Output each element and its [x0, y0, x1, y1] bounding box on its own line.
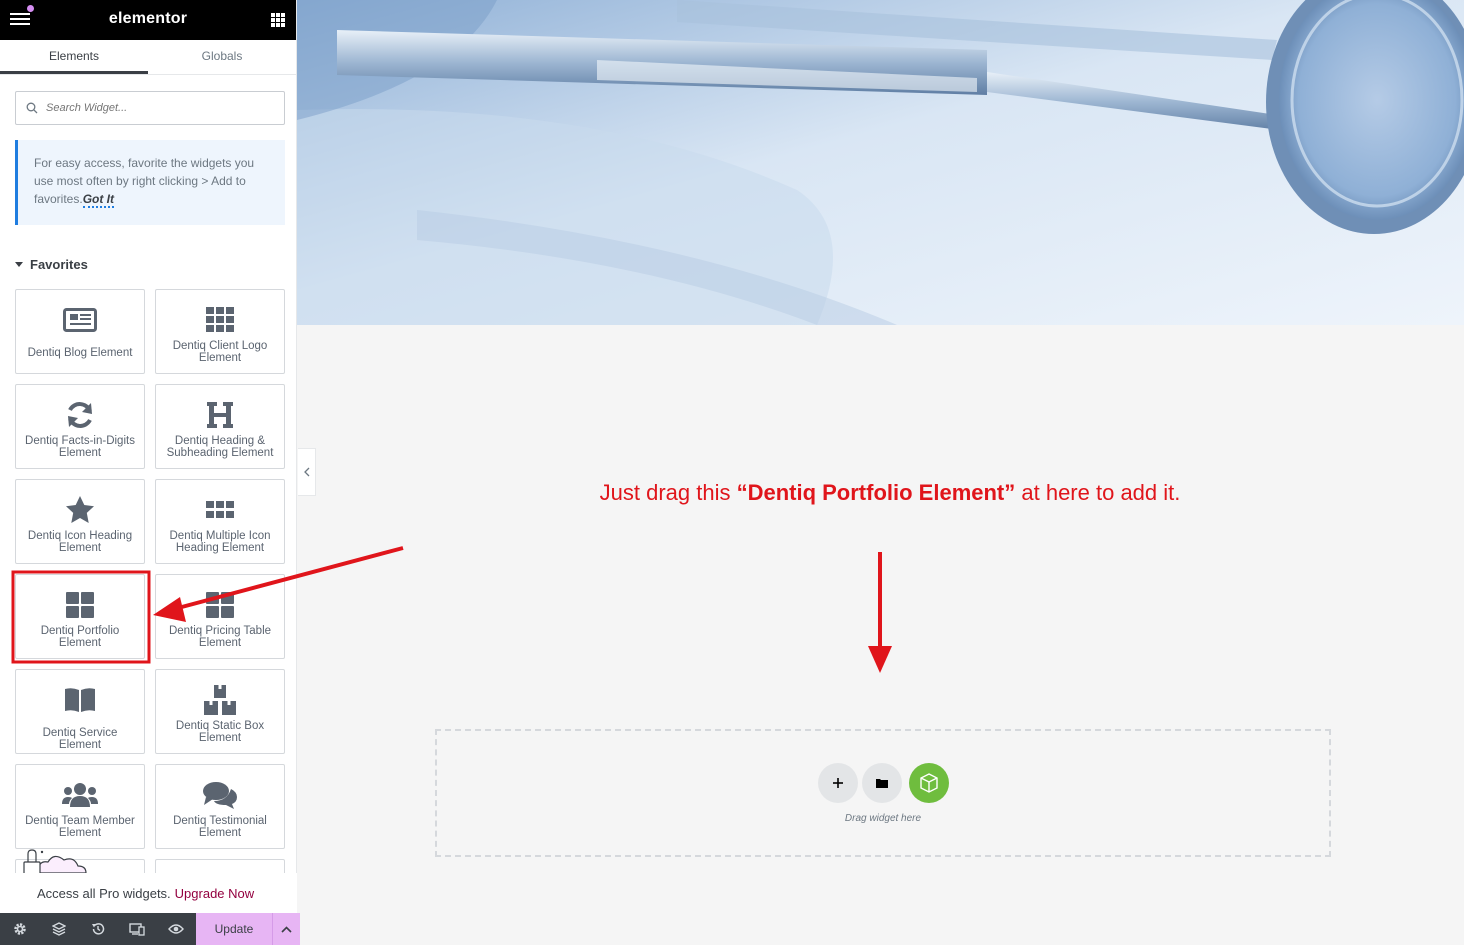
grid-six-icon	[156, 494, 284, 526]
widget-label: Dentiq Icon Heading Element	[27, 530, 133, 554]
heading-h-icon	[156, 399, 284, 431]
refresh-icon	[16, 399, 144, 431]
widget-label: Dentiq Facts-in-Digits Element	[25, 435, 135, 459]
widget-label: Dentiq Service Element	[42, 727, 118, 751]
widget-label: Dentiq Portfolio Element	[40, 625, 120, 649]
folder-icon	[876, 779, 888, 788]
history-icon[interactable]	[78, 913, 117, 945]
widget-dentiq-team-member[interactable]: Dentiq Team Member Element	[15, 764, 145, 849]
grid-nine-icon	[156, 304, 284, 336]
preview-eye-icon[interactable]	[156, 913, 195, 945]
search-input[interactable]	[46, 102, 266, 114]
chevron-up-icon[interactable]	[272, 913, 300, 945]
add-template-button[interactable]	[862, 763, 902, 803]
search-widget-field[interactable]	[15, 91, 285, 125]
drag-widget-text: Drag widget here	[844, 813, 922, 824]
got-it-link[interactable]: Got It	[82, 192, 115, 208]
comments-icon	[156, 779, 284, 811]
navigator-layers-icon[interactable]	[39, 913, 78, 945]
upgrade-now-link[interactable]: Upgrade Now	[175, 886, 255, 901]
instruction-bold: “Dentiq Portfolio Element”	[736, 480, 1016, 505]
grid-four-icon	[16, 589, 144, 621]
envato-kit-button[interactable]	[909, 763, 949, 803]
responsive-mode-icon[interactable]	[117, 913, 156, 945]
tip-text: For easy access, favorite the widgets yo…	[34, 156, 255, 206]
newspaper-icon	[16, 304, 144, 336]
elementor-logo: elementor	[108, 10, 188, 27]
drag-instruction-text: Just drag this “Dentiq Portfolio Element…	[430, 480, 1350, 506]
widget-label: Dentiq Blog Element	[27, 347, 133, 359]
tab-elements[interactable]: Elements	[0, 40, 148, 74]
plus-icon	[833, 778, 843, 788]
widget-dentiq-icon-heading[interactable]: Dentiq Icon Heading Element	[15, 479, 145, 564]
grid-four-icon	[156, 589, 284, 621]
instruction-before: Just drag this	[599, 480, 737, 505]
collapse-panel-toggle[interactable]	[298, 448, 316, 496]
caret-down-icon	[15, 262, 23, 267]
favorites-widget-grid: Dentiq Blog Element Dentiq Client Logo E…	[15, 289, 285, 889]
empty-section-dropzone[interactable]: Drag widget here	[435, 729, 1331, 857]
settings-gear-icon[interactable]	[0, 913, 39, 945]
dental-mirror-photo	[297, 0, 1464, 325]
widget-label: Dentiq Multiple Icon Heading Element	[169, 530, 271, 554]
users-icon	[16, 779, 144, 811]
panel-header: elementor	[0, 0, 296, 40]
envato-cube-icon	[920, 773, 938, 793]
favorites-title: Favorites	[30, 257, 88, 272]
widget-label: Dentiq Client Logo Element	[172, 340, 268, 364]
star-icon	[16, 494, 144, 526]
pro-widgets-banner: Access all Pro widgets. Upgrade Now	[0, 873, 297, 913]
widget-label: Dentiq Pricing Table Element	[168, 625, 272, 649]
widget-label: Dentiq Static Box Element	[175, 720, 265, 744]
add-section-button[interactable]	[818, 763, 858, 803]
panel-tabs: Elements Globals	[0, 40, 296, 75]
update-button[interactable]: Update	[196, 913, 272, 945]
elementor-panel: elementor Elements Globals For easy acce…	[0, 0, 300, 945]
chevron-left-icon	[303, 467, 309, 477]
widget-dentiq-pricing-table[interactable]: Dentiq Pricing Table Element	[155, 574, 285, 659]
widget-dentiq-static-box[interactable]: Dentiq Static Box Element	[155, 669, 285, 754]
widget-dentiq-testimonial[interactable]: Dentiq Testimonial Element	[155, 764, 285, 849]
instruction-after: at here to add it.	[1015, 480, 1181, 505]
widget-label: Dentiq Testimonial Element	[173, 815, 267, 839]
widget-label: Dentiq Team Member Element	[25, 815, 135, 839]
widget-dentiq-client-logo[interactable]: Dentiq Client Logo Element	[155, 289, 285, 374]
favorites-header[interactable]: Favorites	[15, 257, 88, 272]
tab-globals[interactable]: Globals	[148, 40, 296, 74]
widget-dentiq-multiple-icon-heading[interactable]: Dentiq Multiple Icon Heading Element	[155, 479, 285, 564]
apps-grid-icon[interactable]	[271, 13, 285, 27]
widget-dentiq-service[interactable]: Dentiq Service Element	[15, 669, 145, 754]
widget-dentiq-facts-in-digits[interactable]: Dentiq Facts-in-Digits Element	[15, 384, 145, 469]
pro-text: Access all Pro widgets.	[37, 885, 171, 901]
arrow-to-dropzone	[868, 552, 892, 673]
widget-dentiq-portfolio[interactable]: Dentiq Portfolio Element	[15, 574, 145, 659]
search-icon	[26, 102, 38, 114]
hero-dental-image	[297, 0, 1464, 325]
panel-footer: Update	[0, 913, 300, 945]
widget-dentiq-blog[interactable]: Dentiq Blog Element	[15, 289, 145, 374]
widget-label: Dentiq Heading & Subheading Element	[166, 435, 274, 459]
favorites-tip: For easy access, favorite the widgets yo…	[15, 140, 285, 225]
widget-dentiq-heading-subheading[interactable]: Dentiq Heading & Subheading Element	[155, 384, 285, 469]
boxes-icon	[156, 684, 284, 716]
book-open-icon	[16, 684, 144, 716]
